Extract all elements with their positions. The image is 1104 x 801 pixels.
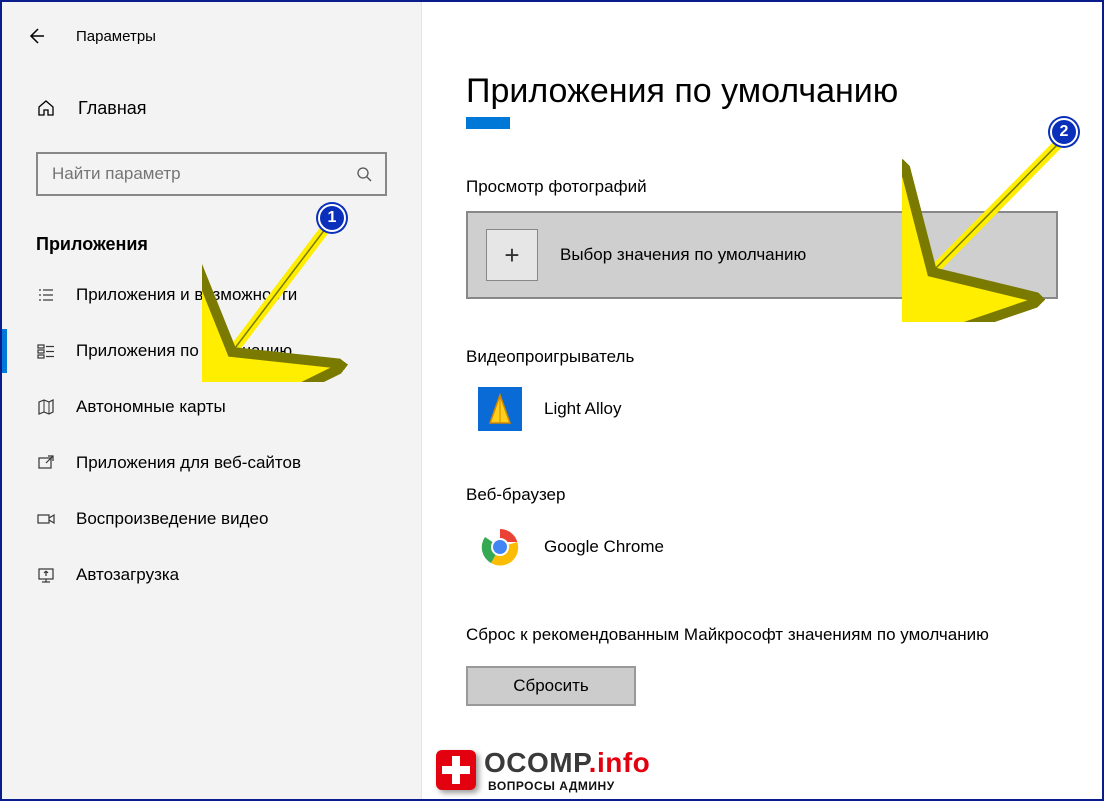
list-icon bbox=[36, 285, 58, 305]
settings-window: Параметры Главная Приложения Приложения … bbox=[0, 0, 1104, 801]
annotation-badge-1: 1 bbox=[318, 204, 346, 232]
category-video-player: Видеопроигрыватель bbox=[466, 347, 1058, 367]
annotation-badge-1-text: 1 bbox=[328, 209, 337, 227]
sidebar-item-default-apps[interactable]: Приложения по умолчанию bbox=[2, 323, 421, 379]
defaults-icon bbox=[36, 341, 58, 361]
video-player-app-label: Light Alloy bbox=[544, 399, 622, 419]
light-alloy-icon bbox=[478, 387, 522, 431]
sidebar-section-title: Приложения bbox=[36, 234, 421, 255]
watermark-main2: .info bbox=[589, 747, 651, 778]
sidebar-item-label: Автономные карты bbox=[76, 397, 226, 417]
video-player-app-button[interactable]: Light Alloy bbox=[466, 381, 1058, 437]
sidebar-home[interactable]: Главная bbox=[2, 80, 421, 136]
search-input[interactable] bbox=[38, 164, 343, 184]
sidebar-item-startup[interactable]: Автозагрузка bbox=[2, 547, 421, 603]
accent-strip bbox=[466, 117, 510, 129]
sidebar-item-apps-features[interactable]: Приложения и возможности bbox=[2, 267, 421, 323]
sidebar-item-label: Приложения по умолчанию bbox=[76, 341, 292, 361]
sidebar-item-label: Приложения и возможности bbox=[76, 285, 297, 305]
sidebar: Параметры Главная Приложения Приложения … bbox=[2, 2, 422, 799]
sidebar-home-label: Главная bbox=[78, 98, 147, 119]
search-box[interactable] bbox=[36, 152, 387, 196]
open-external-icon bbox=[36, 453, 58, 473]
sidebar-item-offline-maps[interactable]: Автономные карты bbox=[2, 379, 421, 435]
content-area: Приложения по умолчанию Просмотр фотогра… bbox=[422, 2, 1102, 799]
arrow-left-icon bbox=[26, 26, 46, 46]
startup-icon bbox=[36, 565, 58, 585]
watermark-cross-icon bbox=[436, 750, 476, 790]
annotation-badge-2: 2 bbox=[1050, 118, 1078, 146]
search-icon[interactable] bbox=[343, 166, 385, 182]
window-title: Параметры bbox=[76, 28, 156, 45]
choose-default-photo-button[interactable]: + Выбор значения по умолчанию bbox=[466, 211, 1058, 299]
sidebar-item-label: Автозагрузка bbox=[76, 565, 179, 585]
back-button[interactable] bbox=[16, 16, 56, 56]
watermark-main: OCOMP.info bbox=[484, 747, 650, 779]
watermark-text: OCOMP.info ВОПРОСЫ АДМИНУ bbox=[484, 747, 650, 793]
watermark-main1: OCOMP bbox=[484, 747, 589, 778]
sidebar-item-apps-for-websites[interactable]: Приложения для веб-сайтов bbox=[2, 435, 421, 491]
category-photo-viewer: Просмотр фотографий bbox=[466, 177, 1058, 197]
page-title: Приложения по умолчанию bbox=[466, 72, 1058, 111]
reset-button-label: Сбросить bbox=[513, 676, 589, 696]
sidebar-item-label: Воспроизведение видео bbox=[76, 509, 268, 529]
google-chrome-icon bbox=[478, 525, 522, 569]
choose-default-label: Выбор значения по умолчанию bbox=[560, 245, 806, 265]
sidebar-item-label: Приложения для веб-сайтов bbox=[76, 453, 301, 473]
titlebar: Параметры bbox=[2, 12, 421, 60]
web-browser-app-label: Google Chrome bbox=[544, 537, 664, 557]
video-icon bbox=[36, 509, 58, 529]
plus-icon: + bbox=[486, 229, 538, 281]
reset-description: Сброс к рекомендованным Майкрософт значе… bbox=[466, 623, 1026, 648]
reset-button[interactable]: Сбросить bbox=[466, 666, 636, 706]
annotation-badge-2-text: 2 bbox=[1060, 123, 1069, 141]
watermark-sub: ВОПРОСЫ АДМИНУ bbox=[484, 779, 650, 793]
map-icon bbox=[36, 397, 58, 417]
sidebar-item-video-playback[interactable]: Воспроизведение видео bbox=[2, 491, 421, 547]
category-web-browser: Веб-браузер bbox=[466, 485, 1058, 505]
web-browser-app-button[interactable]: Google Chrome bbox=[466, 519, 1058, 575]
watermark: OCOMP.info ВОПРОСЫ АДМИНУ bbox=[436, 747, 650, 793]
home-icon bbox=[36, 98, 58, 118]
